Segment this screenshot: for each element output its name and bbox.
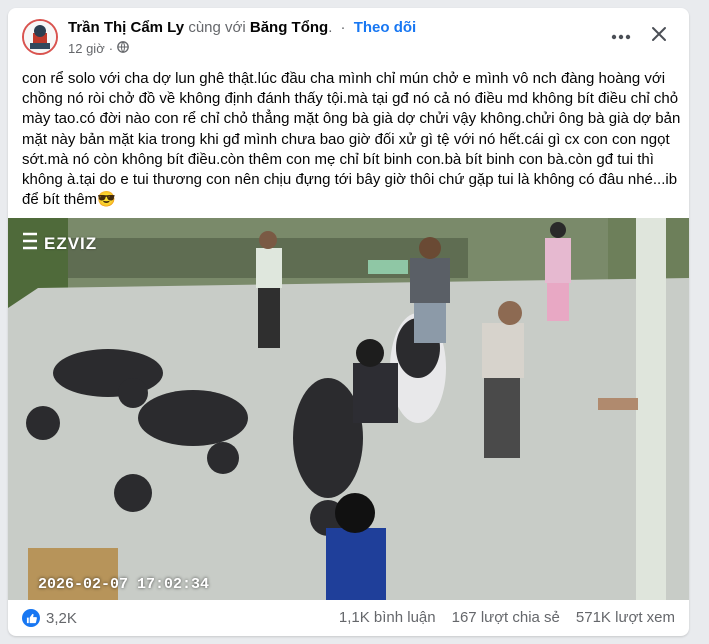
author-name[interactable]: Trần Thị Cẩm Ly [68, 19, 184, 36]
more-options-button[interactable] [609, 24, 633, 48]
camera-brand-watermark: EZVIZ [20, 231, 97, 256]
separator-dot: · [340, 19, 346, 36]
close-icon [651, 26, 667, 47]
post-header: Trần Thị Cẩm Ly cùng với Băng Tổng. · Th… [8, 8, 689, 64]
post-stats: 1,1K bình luận 167 lượt chia sẻ 571K lượ… [339, 609, 675, 626]
post-meta: 12 giờ · [68, 41, 129, 56]
ezviz-logo-icon [20, 231, 40, 256]
like-icon [22, 609, 40, 627]
follow-button[interactable]: Theo dõi [354, 19, 417, 36]
tagged-period: . [328, 19, 333, 36]
views-count: 571K lượt xem [575, 609, 675, 626]
post-card: Trần Thị Cẩm Ly cùng với Băng Tổng. · Th… [8, 8, 689, 636]
globe-icon [117, 41, 129, 56]
video-timestamp: 2026-02-07 17:02:34 [38, 576, 210, 593]
post-text: con rể solo với cha dợ lun ghê thật.lúc … [22, 70, 681, 209]
post-footer: 3,2K 1,1K bình luận 167 lượt chia sẻ 571… [8, 600, 689, 636]
shares-count[interactable]: 167 lượt chia sẻ [452, 609, 560, 626]
comments-count[interactable]: 1,1K bình luận [339, 609, 436, 626]
reactions-summary[interactable]: 3,2K [22, 609, 77, 627]
video-frame [8, 218, 689, 600]
camera-brand: EZVIZ [44, 233, 98, 253]
close-button[interactable] [647, 24, 671, 48]
author-line: Trần Thị Cẩm Ly cùng với Băng Tổng. · Th… [68, 19, 416, 36]
post-video[interactable]: EZVIZ 2026-02-07 17:02:34 [8, 218, 689, 600]
separator-dot: · [108, 41, 114, 56]
post-time[interactable]: 12 giờ [68, 41, 105, 56]
more-horizontal-icon [611, 27, 631, 45]
reactions-count: 3,2K [46, 609, 77, 627]
author-avatar[interactable] [22, 19, 58, 55]
tagged-person[interactable]: Băng Tổng [250, 19, 328, 36]
with-text: cùng với [188, 19, 246, 36]
